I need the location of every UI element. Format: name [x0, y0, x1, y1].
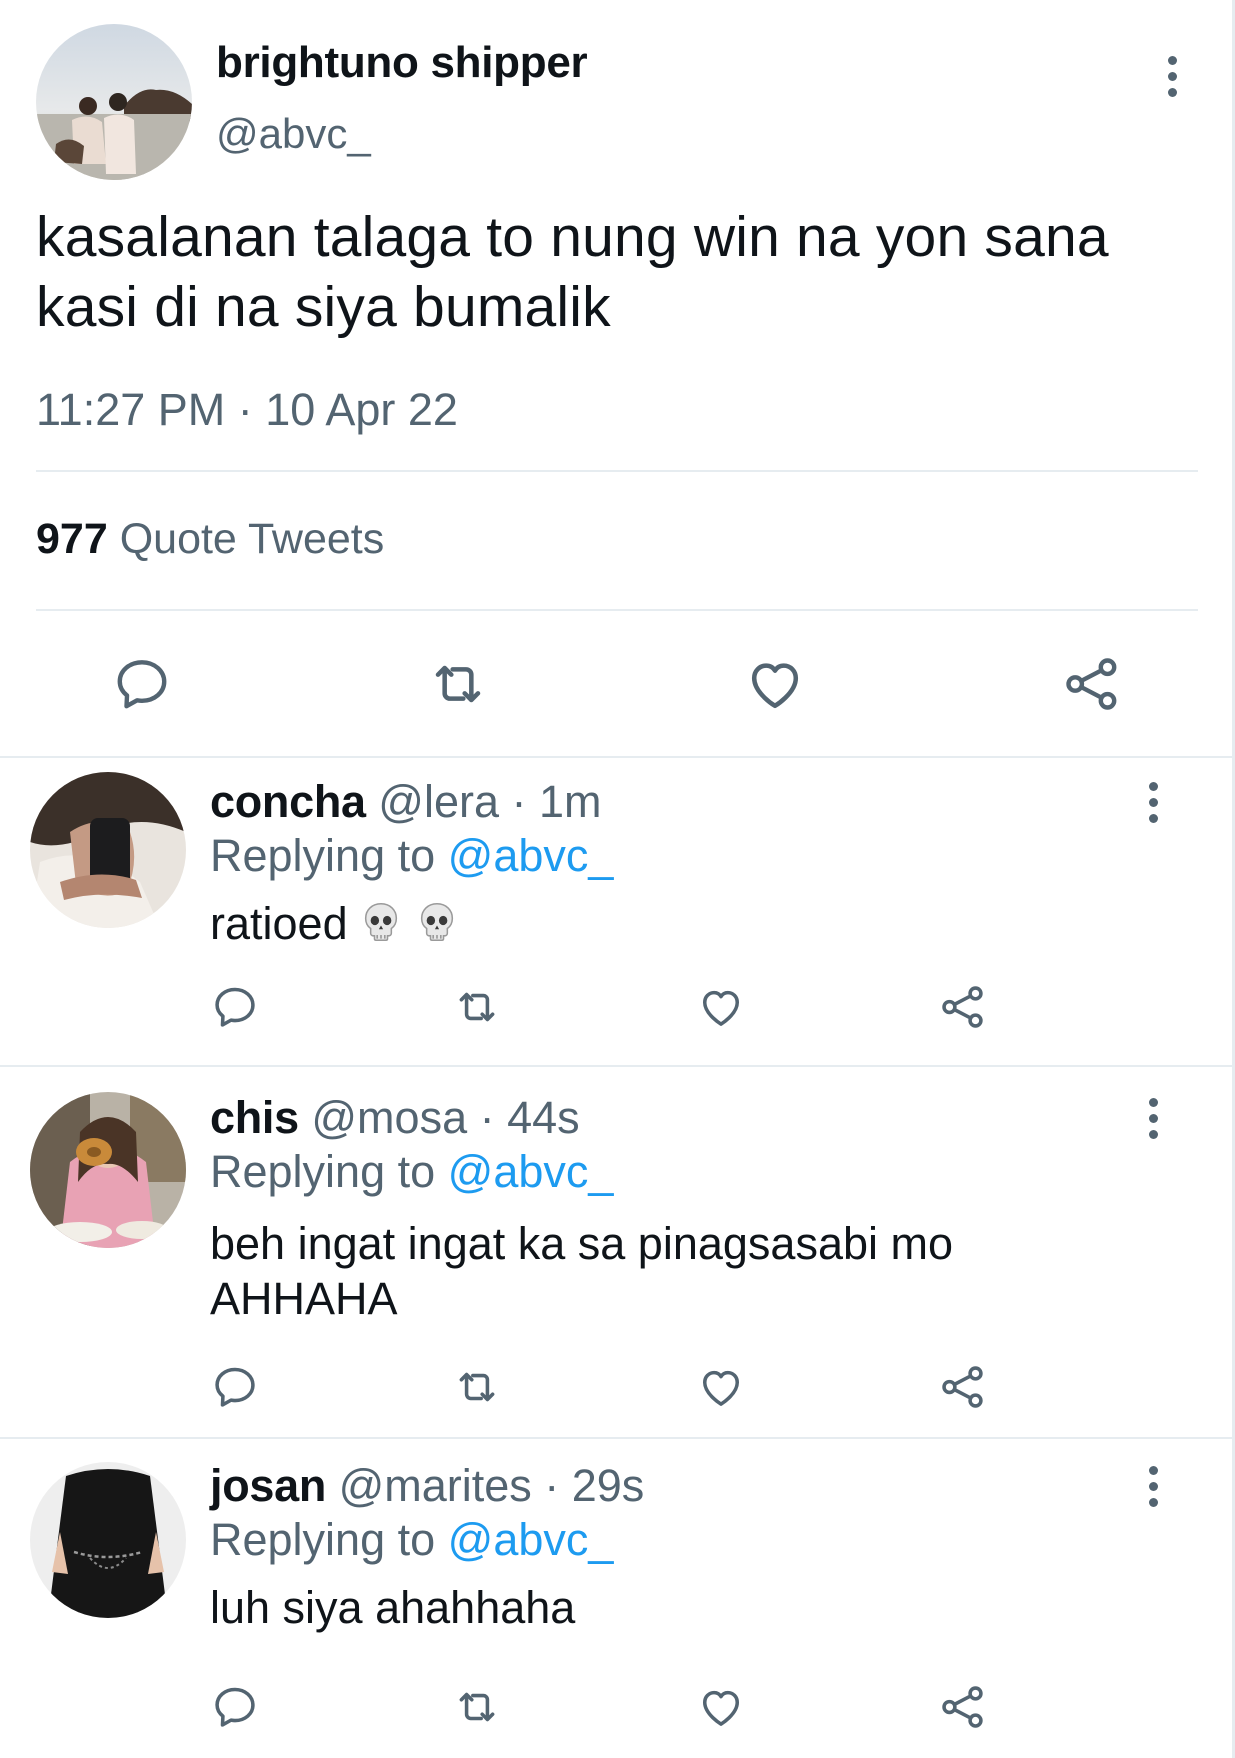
- display-name[interactable]: brightuno shipper: [216, 38, 588, 88]
- reply-author[interactable]: josan: [210, 1460, 326, 1511]
- reply-text: luh siya ahahhaha: [210, 1582, 576, 1633]
- replying-prefix: Replying to: [210, 1146, 436, 1197]
- reply-header: josan @marites · 29s: [210, 1460, 644, 1512]
- reply-icon[interactable]: [110, 652, 174, 716]
- replying-to: Replying to @abvc_: [210, 1146, 613, 1198]
- replying-prefix: Replying to: [210, 830, 436, 881]
- retweet-icon[interactable]: [452, 982, 502, 1032]
- tweet-timestamp[interactable]: 11:27 PM · 10 Apr 22: [36, 384, 458, 436]
- quote-label: Quote Tweets: [119, 515, 385, 563]
- avatar[interactable]: [30, 1092, 186, 1248]
- reply-text-content: ratioed: [210, 898, 348, 949]
- reply-text: ratioed: [210, 896, 1110, 951]
- reply-text-line: AHHAHA: [210, 1273, 398, 1324]
- avatar[interactable]: [30, 772, 186, 928]
- tweet-text: kasalanan talaga to nung win na yon sana…: [36, 205, 1109, 339]
- more-options-icon[interactable]: [1162, 56, 1182, 97]
- reply-icon[interactable]: [210, 1682, 260, 1732]
- divider: [0, 1065, 1232, 1067]
- skull-emoji: [358, 899, 404, 945]
- replying-to: Replying to @abvc_: [210, 830, 613, 882]
- main-tweet: brightuno shipper @abvc_ kasalanan talag…: [0, 0, 1232, 757]
- like-icon[interactable]: [696, 982, 746, 1032]
- reply-tweet[interactable]: concha @lera · 1m Replying to @abvc_ rat…: [0, 760, 1232, 1062]
- reply-author[interactable]: concha: [210, 776, 366, 827]
- reply-icon[interactable]: [210, 1362, 260, 1412]
- like-icon[interactable]: [696, 1682, 746, 1732]
- reply-header: chis @mosa · 44s: [210, 1092, 580, 1144]
- quote-tweets-stat[interactable]: 977 Quote Tweets: [36, 515, 384, 564]
- replying-handle-link[interactable]: @abvc_: [448, 1514, 614, 1565]
- reply-tweet[interactable]: chis @mosa · 44s Replying to @abvc_ beh …: [0, 1068, 1232, 1435]
- reply-header: concha @lera · 1m: [210, 776, 602, 828]
- reply-meta: @mosa · 44s: [311, 1092, 580, 1143]
- divider: [36, 609, 1198, 611]
- replying-handle-link[interactable]: @abvc_: [448, 830, 614, 881]
- replying-handle-link[interactable]: @abvc_: [448, 1146, 614, 1197]
- replying-prefix: Replying to: [210, 1514, 436, 1565]
- share-icon[interactable]: [938, 982, 988, 1032]
- like-icon[interactable]: [696, 1362, 746, 1412]
- retweet-icon[interactable]: [452, 1682, 502, 1732]
- divider: [0, 756, 1232, 758]
- avatar[interactable]: [30, 1462, 186, 1618]
- reply-text: beh ingat ingat ka sa pinagsasabi mo AHH…: [210, 1216, 1110, 1326]
- more-options-icon[interactable]: [1143, 1466, 1163, 1507]
- reply-author[interactable]: chis: [210, 1092, 299, 1143]
- share-icon[interactable]: [938, 1362, 988, 1412]
- more-options-icon[interactable]: [1143, 1098, 1163, 1139]
- skull-emoji: [414, 899, 460, 945]
- reply-text-line: beh ingat ingat ka sa pinagsasabi mo: [210, 1218, 954, 1269]
- retweet-icon[interactable]: [452, 1362, 502, 1412]
- retweet-icon[interactable]: [426, 652, 490, 716]
- share-icon[interactable]: [1060, 652, 1124, 716]
- like-icon[interactable]: [743, 652, 807, 716]
- more-options-icon[interactable]: [1143, 782, 1163, 823]
- divider: [0, 1437, 1232, 1439]
- share-icon[interactable]: [938, 1682, 988, 1732]
- reply-meta: @lera · 1m: [378, 776, 602, 827]
- reply-meta: @marites · 29s: [338, 1460, 645, 1511]
- avatar[interactable]: [36, 24, 192, 180]
- reply-icon[interactable]: [210, 982, 260, 1032]
- replying-to: Replying to @abvc_: [210, 1514, 613, 1566]
- user-handle[interactable]: @abvc_: [216, 110, 371, 158]
- quote-count: 977: [36, 515, 108, 563]
- reply-tweet[interactable]: josan @marites · 29s Replying to @abvc_ …: [0, 1440, 1232, 1758]
- divider: [36, 470, 1198, 472]
